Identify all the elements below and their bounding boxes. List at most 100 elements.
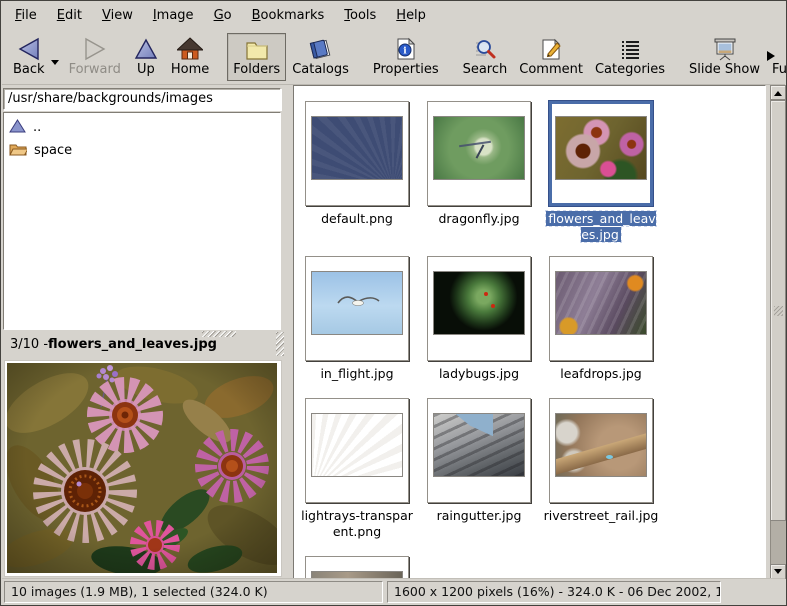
svg-text:i: i bbox=[403, 46, 407, 56]
thumbnail-flowers-and-leaves[interactable]: flowers_and_leaves.jpg bbox=[542, 101, 660, 243]
properties-icon: i bbox=[394, 36, 418, 62]
preview-header: 3/10 - flowers_and_leaves.jpg bbox=[2, 330, 284, 358]
thumbnail-leafdrops[interactable]: leafdrops.jpg bbox=[542, 256, 660, 382]
thumbnail-photo bbox=[555, 116, 647, 180]
thumbnail-label: dragonfly.jpg bbox=[421, 211, 537, 227]
arrow-up-icon bbox=[774, 87, 782, 96]
menu-file[interactable]: File bbox=[5, 3, 47, 28]
catalogs-label: Catalogs bbox=[292, 62, 349, 77]
scroll-down-button[interactable] bbox=[770, 564, 786, 579]
thumbnail-photo bbox=[433, 271, 525, 335]
thumbnail-photo bbox=[311, 271, 403, 335]
back-history-dropdown-icon[interactable] bbox=[51, 60, 59, 69]
forward-button[interactable]: Forward bbox=[63, 33, 127, 81]
toolbar-overflow-arrow-icon[interactable] bbox=[767, 51, 780, 61]
comment-button[interactable]: Comment bbox=[513, 33, 589, 81]
folder-item-space[interactable]: space bbox=[4, 139, 280, 162]
vertical-scrollbar[interactable] bbox=[770, 85, 786, 579]
thumbnail-label: riverstreet_rail.jpg bbox=[543, 508, 659, 524]
slideshow-button[interactable]: Slide Show bbox=[683, 33, 766, 81]
menu-bookmarks[interactable]: Bookmarks bbox=[242, 3, 335, 28]
thumbnail-photo bbox=[433, 413, 525, 477]
thumbnail-partial[interactable] bbox=[298, 556, 416, 579]
statusbar: 10 images (1.9 MB), 1 selected (324.0 K)… bbox=[2, 578, 785, 605]
categories-label: Categories bbox=[595, 62, 665, 77]
search-button[interactable]: Search bbox=[457, 33, 514, 81]
comment-label: Comment bbox=[519, 62, 583, 77]
statusbar-image-count: 10 images (1.9 MB), 1 selected (324.0 K) bbox=[4, 581, 383, 603]
location-path-input[interactable]: /usr/share/backgrounds/images bbox=[3, 88, 281, 110]
thumbnail-grid: default.png dragonfly.jpg flowers_and_le… bbox=[293, 85, 766, 579]
thumbnail-label: in_flight.jpg bbox=[299, 366, 415, 382]
comment-icon bbox=[539, 36, 563, 62]
preview-pane bbox=[2, 358, 284, 579]
folder-tree: .. space bbox=[3, 112, 281, 330]
thumbnail-label-selected: flowers_and_leaves.jpg bbox=[543, 211, 659, 243]
thumbnail-label: lightrays-transparent.png bbox=[299, 508, 415, 540]
scrollbar-thumb[interactable] bbox=[770, 100, 786, 521]
pane-resize-grip[interactable] bbox=[202, 331, 236, 337]
statusbar-image-info: 1600 x 1200 pixels (16%) - 324.0 K - 06 … bbox=[387, 581, 721, 603]
folders-icon bbox=[244, 36, 270, 62]
thumbnail-label: raingutter.jpg bbox=[421, 508, 537, 524]
folder-icon bbox=[9, 142, 27, 160]
image-position-text: 3/10 - bbox=[10, 337, 48, 352]
catalogs-button[interactable]: Catalogs bbox=[286, 33, 355, 81]
up-directory-icon bbox=[9, 119, 26, 137]
thumbnail-photo bbox=[555, 413, 647, 477]
thumbnail-card bbox=[305, 398, 409, 503]
thumbnail-card bbox=[549, 256, 653, 361]
menu-image[interactable]: Image bbox=[143, 3, 204, 28]
back-label: Back bbox=[13, 62, 45, 77]
search-icon bbox=[472, 36, 498, 62]
pane-resize-grip[interactable] bbox=[276, 332, 284, 356]
folders-button[interactable]: Folders bbox=[227, 33, 286, 81]
thumbnail-ladybugs[interactable]: ladybugs.jpg bbox=[420, 256, 538, 382]
thumbnail-photo bbox=[311, 413, 403, 477]
arrow-down-icon bbox=[774, 569, 782, 578]
search-label: Search bbox=[463, 62, 508, 77]
selected-filename-text: flowers_and_leaves.jpg bbox=[48, 337, 217, 352]
properties-button[interactable]: i Properties bbox=[367, 33, 445, 81]
menu-tools[interactable]: Tools bbox=[334, 3, 386, 28]
thumbnail-card bbox=[305, 556, 409, 579]
home-button[interactable]: Home bbox=[165, 33, 215, 81]
thumbnail-card bbox=[305, 101, 409, 206]
thumbnail-photo bbox=[311, 116, 403, 180]
folder-item-parent[interactable]: .. bbox=[4, 116, 280, 139]
back-button[interactable]: Back bbox=[7, 33, 51, 81]
thumbnail-card bbox=[427, 101, 531, 206]
flowers-photo bbox=[7, 363, 277, 573]
thumbnail-photo bbox=[433, 116, 525, 180]
thumbnail-card bbox=[549, 398, 653, 503]
thumbnail-riverstreet-rail[interactable]: riverstreet_rail.jpg bbox=[542, 398, 660, 524]
menu-edit[interactable]: Edit bbox=[47, 3, 92, 28]
folders-label: Folders bbox=[233, 62, 280, 77]
slideshow-icon bbox=[712, 36, 738, 62]
menu-go[interactable]: Go bbox=[204, 3, 242, 28]
menu-view[interactable]: View bbox=[92, 3, 143, 28]
thumbnail-dragonfly[interactable]: dragonfly.jpg bbox=[420, 101, 538, 227]
thumbnail-card bbox=[427, 398, 531, 503]
home-label: Home bbox=[171, 62, 209, 77]
thumbnail-card-selected bbox=[549, 101, 653, 206]
categories-button[interactable]: Categories bbox=[589, 33, 671, 81]
toolbar: Back Forward Up Home Folders bbox=[2, 29, 785, 85]
folder-item-label: space bbox=[34, 143, 72, 158]
scroll-up-button[interactable] bbox=[770, 85, 786, 100]
menu-help[interactable]: Help bbox=[386, 3, 436, 28]
forward-icon bbox=[82, 36, 108, 62]
up-button[interactable]: Up bbox=[127, 33, 165, 81]
thumbnail-card bbox=[427, 256, 531, 361]
bird-shape bbox=[334, 290, 382, 308]
menubar: File Edit View Image Go Bookmarks Tools … bbox=[2, 1, 785, 29]
thumbnail-raingutter[interactable]: raingutter.jpg bbox=[420, 398, 538, 524]
forward-label: Forward bbox=[69, 62, 121, 77]
thumbnail-default[interactable]: default.png bbox=[298, 101, 416, 227]
home-icon bbox=[177, 36, 203, 62]
slideshow-label: Slide Show bbox=[689, 62, 760, 77]
up-icon bbox=[133, 36, 159, 62]
thumbnail-lightrays[interactable]: lightrays-transparent.png bbox=[298, 398, 416, 540]
thumbnail-in-flight[interactable]: in_flight.jpg bbox=[298, 256, 416, 382]
thumbnail-label: ladybugs.jpg bbox=[421, 366, 537, 382]
